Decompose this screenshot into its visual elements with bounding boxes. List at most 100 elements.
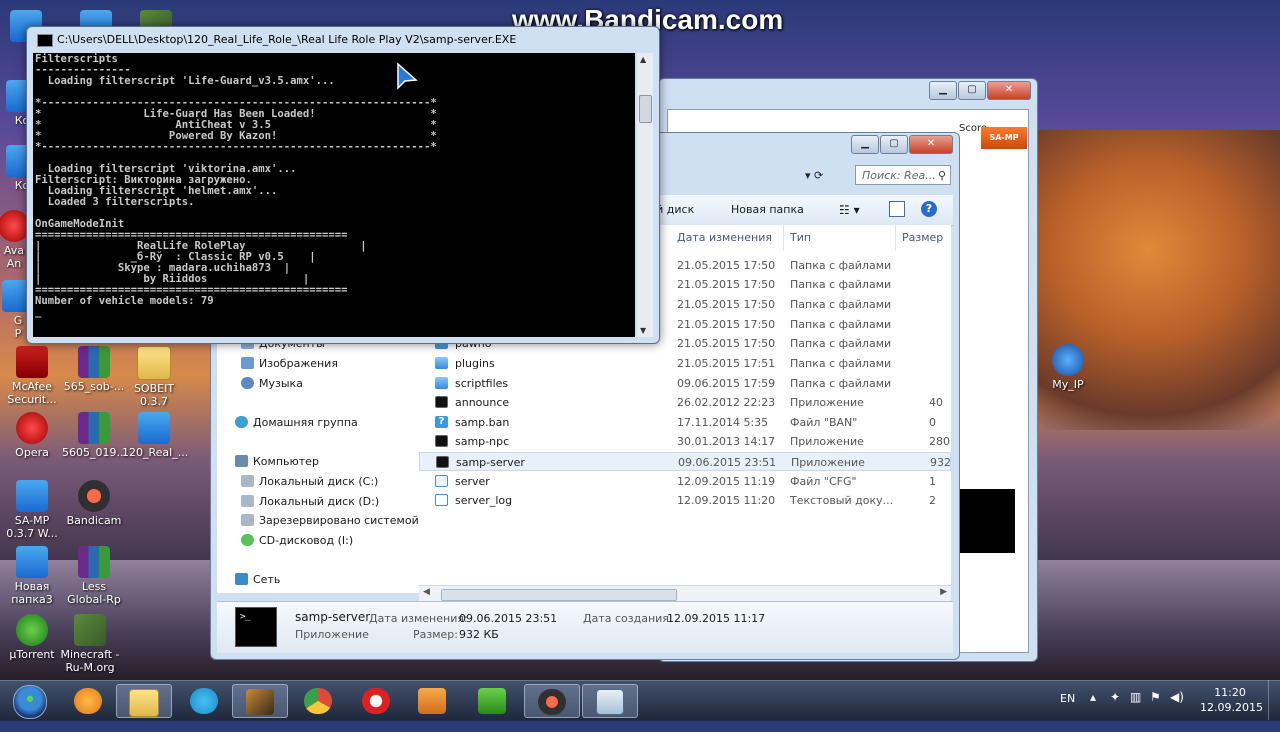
nav-images[interactable]: Изображения [241, 357, 338, 370]
images-icon [241, 357, 254, 369]
desktop-icon-my-ip[interactable]: My_IP [1036, 344, 1100, 391]
taskbar-explorer[interactable] [116, 684, 172, 718]
desktop-icon-utorrent[interactable]: µTorrent [0, 614, 64, 661]
preview-pane-icon[interactable] [889, 201, 905, 217]
file-row[interactable]: server_log 12.09.2015 11:20 Текстовый доку… [419, 491, 951, 510]
file-row[interactable]: announce 26.02.2012 22:23 Приложение 40 [419, 393, 951, 412]
column-separator[interactable] [895, 225, 896, 251]
file-row[interactable]: server 12.09.2015 11:19 Файл "CFG" 1 [419, 472, 951, 491]
nav-music[interactable]: Музыка [241, 377, 303, 390]
console-output[interactable]: Filterscripts --------------- Loading fi… [33, 53, 635, 337]
taskbar-opera[interactable] [348, 684, 404, 718]
console-text: Filterscripts --------------- Loading fi… [35, 53, 437, 318]
desktop-icon-samp[interactable]: SA-MP 0.3.7 W... [0, 480, 64, 540]
desktop-icon-new-folder[interactable]: Новая папка3 [0, 546, 64, 606]
music-icon [241, 377, 254, 389]
nav-homegroup[interactable]: Домашняя группа [235, 416, 358, 429]
volume-icon[interactable]: ◀) [1170, 690, 1184, 730]
column-date[interactable]: Дата изменения [677, 231, 772, 244]
desktop-icon-less-global[interactable]: Less Global-Rp [62, 546, 126, 606]
console-scrollbar[interactable]: ▲ ▼ [637, 53, 653, 337]
nav-computer[interactable]: Компьютер [235, 455, 319, 468]
tray-app-icon[interactable]: ✦ [1110, 690, 1120, 730]
column-separator[interactable] [783, 225, 784, 251]
scroll-down-icon[interactable]: ▼ [640, 326, 646, 335]
taskbar-skype[interactable] [176, 684, 232, 718]
network-icon[interactable]: ▥ [1130, 690, 1141, 730]
view-options-icon[interactable]: ☷ ▾ [839, 203, 860, 217]
maximize-button[interactable]: ▢ [958, 81, 986, 100]
application-icon [435, 435, 448, 447]
details-file-name: samp-server [295, 610, 371, 624]
column-type[interactable]: Тип [790, 231, 811, 244]
application-icon [436, 456, 449, 468]
taskbar-game[interactable] [232, 684, 288, 718]
details-size-value: 932 КБ [459, 628, 499, 641]
nav-network[interactable]: Сеть [235, 573, 280, 586]
clock[interactable]: 11:20 12.09.2015 [1200, 685, 1263, 715]
maximize-button[interactable]: ▢ [880, 135, 908, 154]
details-modified-value: 09.06.2015 23:51 [459, 612, 558, 625]
details-created-value: 12.09.2015 11:17 [667, 612, 766, 625]
nav-cd-drive[interactable]: CD-дисковод (I:) [241, 534, 353, 547]
samp-preview [959, 489, 1015, 553]
folder-icon [137, 346, 171, 380]
show-desktop-button[interactable] [1268, 680, 1280, 720]
network-icon [1052, 344, 1084, 376]
scroll-left-icon[interactable]: ◀ [423, 587, 430, 597]
desktop-icon-5605[interactable]: 5605_019... [62, 412, 127, 459]
file-row-selected[interactable]: samp-server 09.06.2015 23:51 Приложение 932 [419, 452, 951, 471]
start-button[interactable] [4, 684, 56, 719]
horizontal-scrollbar[interactable]: ◀ ▶ [419, 585, 951, 602]
nav-reserved[interactable]: Зарезервировано системой [241, 514, 419, 527]
file-row[interactable]: plugins 21.05.2015 17:51 Папка с файлами [419, 354, 951, 373]
desktop-icon-sobeit[interactable]: SOBEIT 0.3.7 [122, 346, 186, 408]
tray-show-hidden-icon[interactable]: ▴ [1090, 690, 1096, 730]
desktop-icon-mcafee[interactable]: McAfee Securit... [0, 346, 64, 406]
app-icon [74, 688, 102, 714]
help-icon[interactable]: ? [921, 201, 937, 217]
scroll-thumb[interactable] [639, 95, 652, 123]
folder-icon [435, 357, 448, 369]
scroll-right-icon[interactable]: ▶ [940, 587, 947, 597]
close-button[interactable]: ✕ [909, 135, 953, 154]
close-button[interactable]: ✕ [987, 81, 1031, 100]
language-indicator[interactable]: EN [1060, 692, 1075, 732]
nav-drive-d[interactable]: Локальный диск (D:) [241, 495, 379, 508]
cd-icon [241, 534, 254, 546]
bandicam-icon [78, 480, 110, 512]
search-icon: ⚲ [937, 169, 946, 182]
address-refresh-button[interactable]: ▾ ⟳ [805, 169, 823, 182]
desktop-icon-opera[interactable]: Opera [0, 412, 64, 459]
minimize-button[interactable]: ▁ [929, 81, 957, 100]
winrar-icon [78, 412, 110, 444]
file-row[interactable]: ? samp.ban 17.11.2014 5:35 Файл "BAN" 0 [419, 413, 951, 432]
taskbar-bandicam[interactable] [524, 684, 580, 718]
desktop-icon-minecraft[interactable]: Minecraft - Ru-M.org [58, 614, 122, 674]
unknown-file-icon: ? [435, 416, 448, 428]
taskbar-media-player[interactable] [404, 684, 460, 718]
samp-server-console-window[interactable]: C:\Users\DELL\Desktop\120_Real_Life_Role… [26, 26, 660, 344]
column-size[interactable]: Размер [902, 231, 943, 244]
desktop-icon-120-real[interactable]: 120_Real_... [122, 412, 188, 459]
drive-icon [241, 495, 254, 507]
details-created-label: Дата создания: [583, 612, 673, 625]
taskbar-chrome[interactable] [290, 684, 346, 718]
skype-icon [190, 688, 218, 714]
desktop-icon-565[interactable]: 565_sob-... [62, 346, 126, 393]
utorrent-icon [16, 614, 48, 646]
scroll-thumb[interactable] [441, 589, 677, 601]
file-row[interactable]: samp-npc 30.01.2013 14:17 Приложение 280 [419, 432, 951, 451]
file-row[interactable]: scriptfiles 09.06.2015 17:59 Папка с файла… [419, 374, 951, 393]
nav-drive-c[interactable]: Локальный диск (C:) [241, 475, 378, 488]
new-folder-button[interactable]: Новая папка [731, 203, 804, 216]
scroll-up-icon[interactable]: ▲ [640, 55, 646, 64]
console-title: C:\Users\DELL\Desktop\120_Real_Life_Role… [57, 33, 517, 46]
taskbar-pinned-app[interactable] [60, 684, 116, 718]
desktop-icon-bandicam[interactable]: Bandicam [62, 480, 126, 527]
minimize-button[interactable]: ▁ [851, 135, 879, 154]
taskbar-window[interactable] [582, 684, 638, 718]
taskbar-green-a[interactable] [464, 684, 520, 718]
search-input[interactable]: Поиск: Rea... ⚲ [855, 165, 951, 185]
flag-icon[interactable]: ⚑ [1150, 690, 1161, 730]
